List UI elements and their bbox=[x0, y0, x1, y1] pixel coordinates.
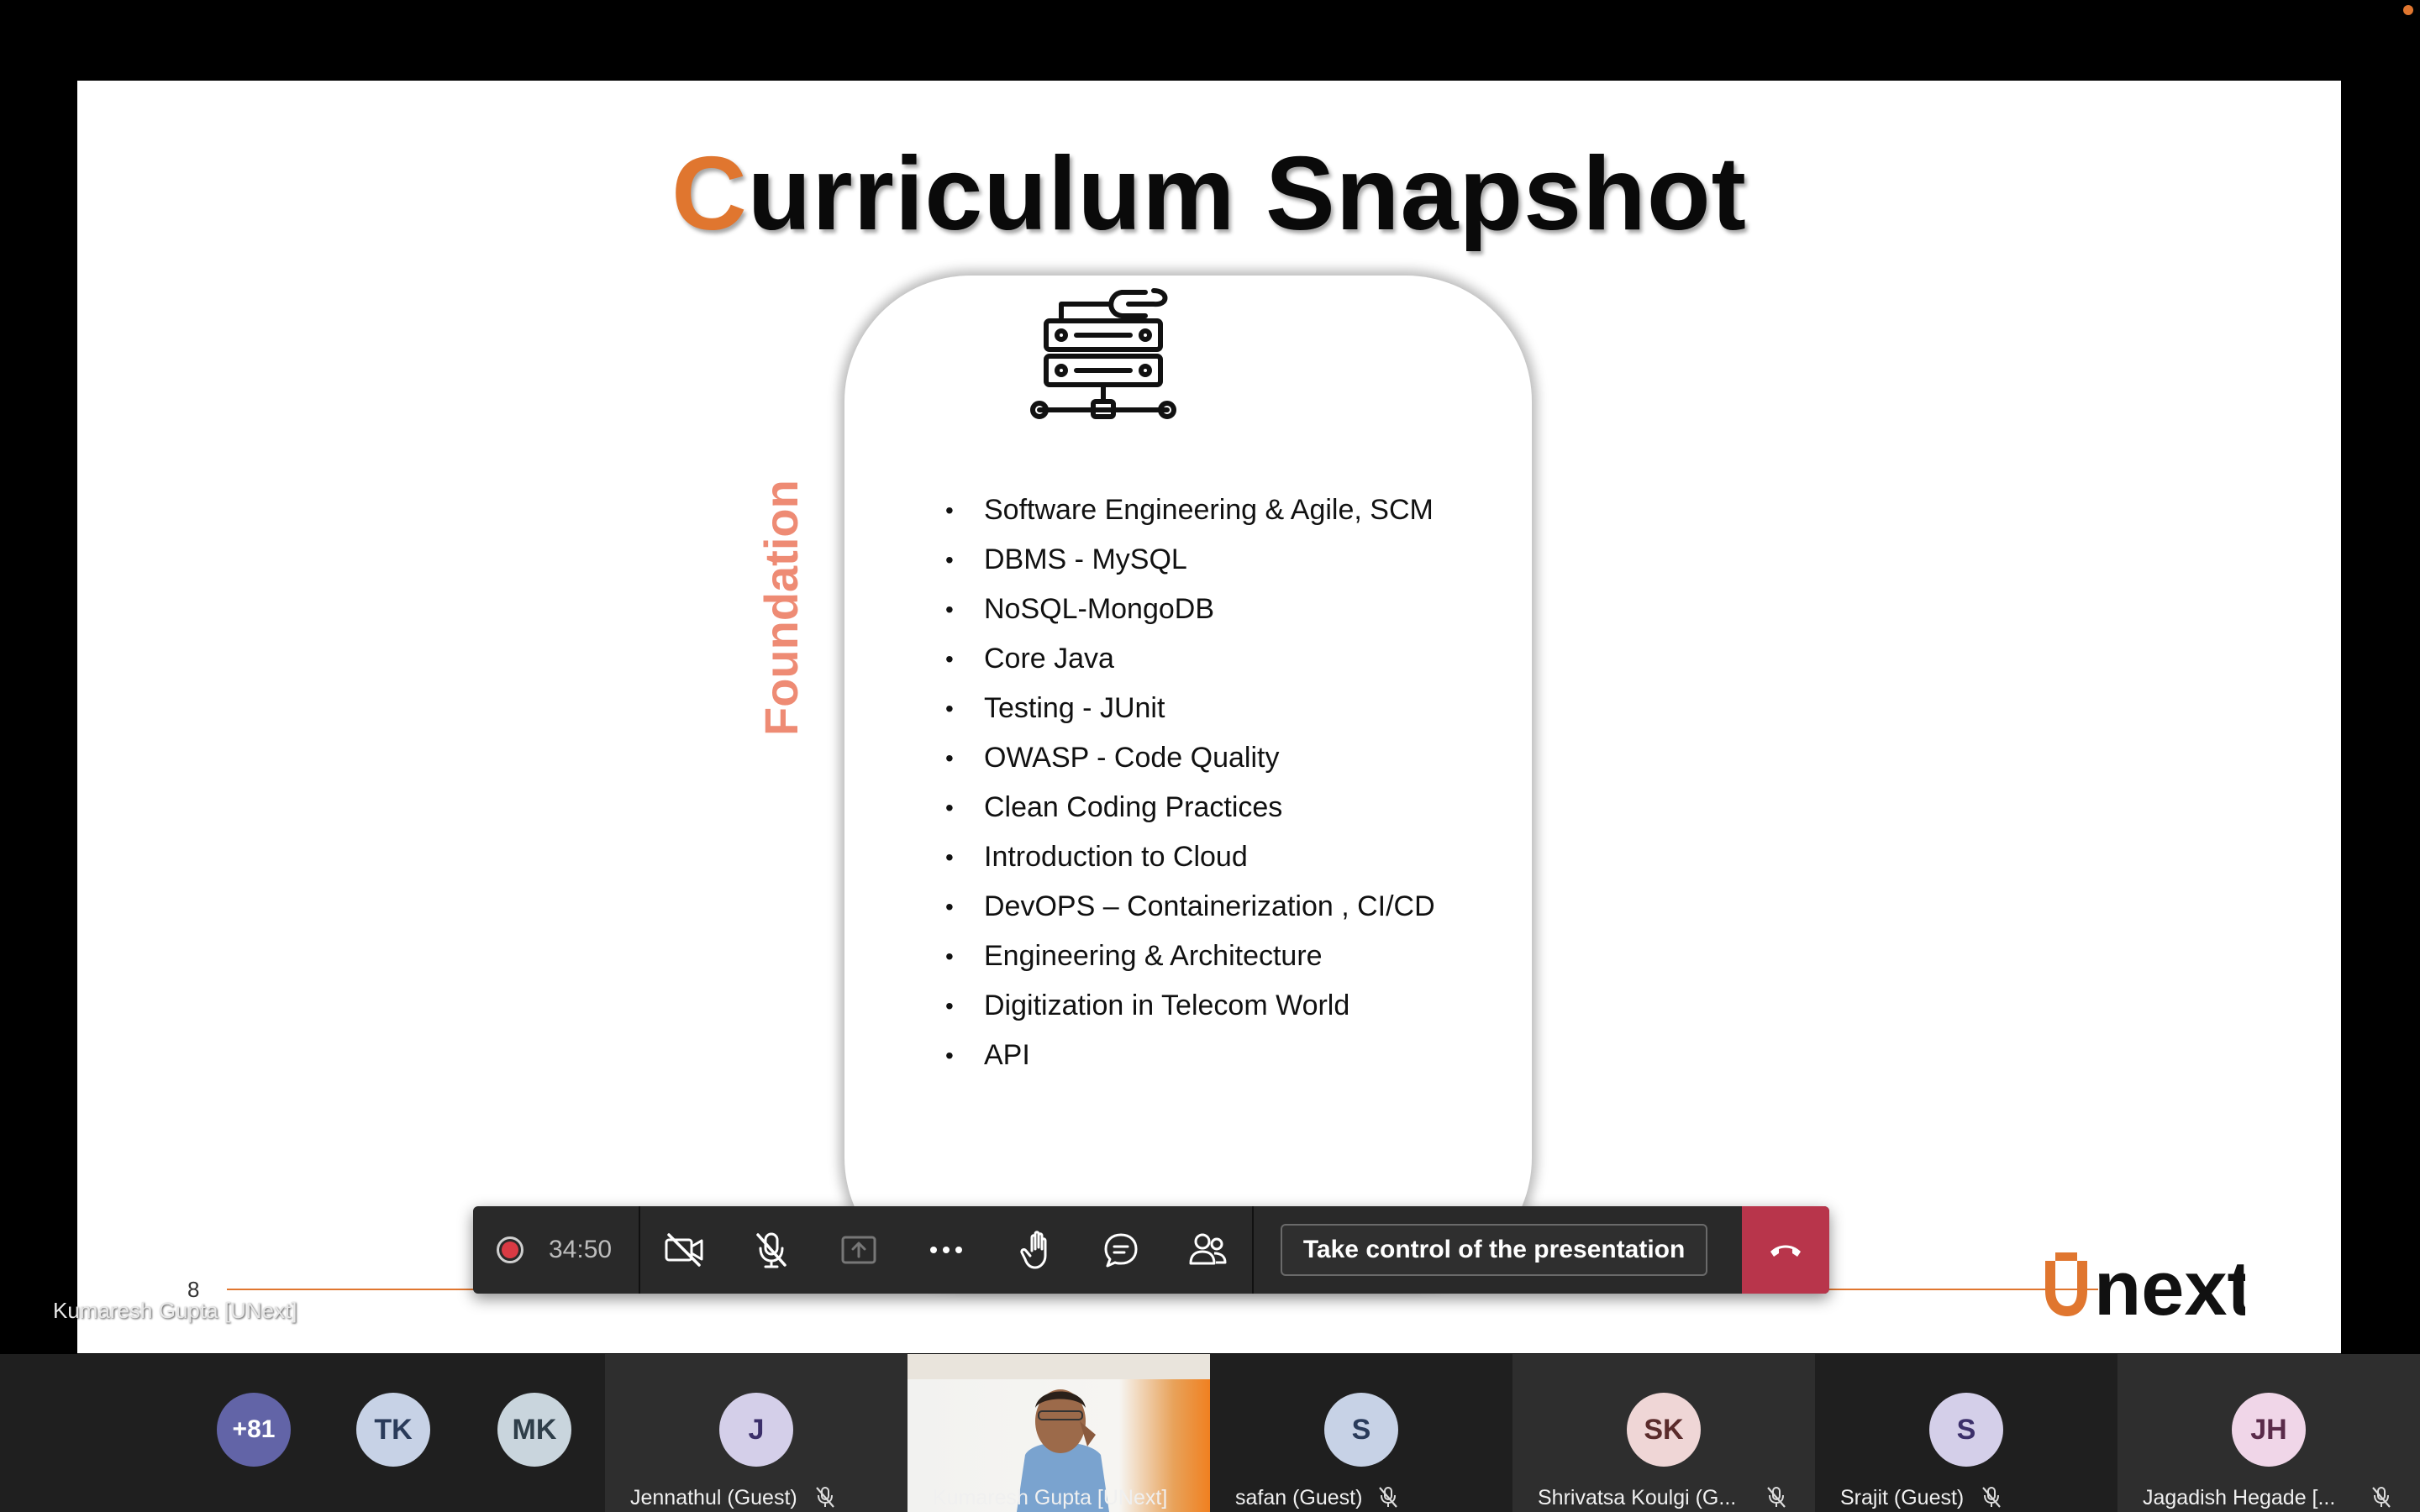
raise-hand-icon bbox=[1020, 1231, 1047, 1269]
mic-off-icon bbox=[1379, 1487, 1397, 1508]
list-item: Testing - JUnit bbox=[945, 684, 1435, 733]
more-icon bbox=[930, 1247, 963, 1253]
avatar[interactable]: TK bbox=[356, 1393, 430, 1467]
list-item: Introduction to Cloud bbox=[945, 832, 1435, 882]
presenter-video-tile[interactable]: Kumaresh Gupta [UNext] bbox=[908, 1354, 1210, 1512]
participant-name: Srajit (Guest) bbox=[1840, 1486, 1965, 1509]
title-accent-letter: C bbox=[671, 136, 748, 252]
camera-toggle-button[interactable] bbox=[640, 1206, 728, 1294]
media-controls bbox=[640, 1206, 990, 1294]
participant-name: Jagadish Hegade [... bbox=[2143, 1486, 2336, 1509]
mic-off-icon bbox=[816, 1487, 834, 1508]
chat-icon bbox=[1104, 1233, 1138, 1268]
meeting-toolbar: 34:50 Take control of the presentation bbox=[473, 1206, 1829, 1294]
participants-button[interactable] bbox=[1165, 1206, 1252, 1294]
participant-name: Shrivatsa Koulgi (G... bbox=[1538, 1486, 1737, 1509]
raise-hand-button[interactable] bbox=[990, 1206, 1077, 1294]
participant-tile[interactable]: S safan (Guest) bbox=[1210, 1354, 1512, 1512]
svg-text:next: next bbox=[2094, 1246, 2245, 1320]
more-actions-button[interactable] bbox=[902, 1206, 990, 1294]
avatar: S bbox=[1324, 1393, 1398, 1467]
list-item: OWASP - Code Quality bbox=[945, 733, 1435, 783]
take-control-button[interactable]: Take control of the presentation bbox=[1281, 1224, 1708, 1276]
participant-tile[interactable]: SK Shrivatsa Koulgi (G... bbox=[1512, 1354, 1815, 1512]
presenter-name-tag: Kumaresh Gupta [UNext] bbox=[53, 1298, 297, 1323]
list-item: Clean Coding Practices bbox=[945, 783, 1435, 832]
list-item: Software Engineering & Agile, SCM bbox=[945, 486, 1435, 535]
share-screen-button[interactable] bbox=[815, 1206, 902, 1294]
unext-logo: next bbox=[2045, 1246, 2245, 1320]
collab-controls bbox=[990, 1206, 1252, 1294]
curriculum-card: Software Engineering & Agile, SCM DBMS -… bbox=[844, 276, 1532, 1284]
mic-off-icon bbox=[1767, 1487, 1786, 1508]
server-wrench-icon bbox=[1030, 288, 1176, 419]
mic-off-icon bbox=[756, 1232, 786, 1268]
chat-button[interactable] bbox=[1077, 1206, 1165, 1294]
participant-name: Jennathul (Guest) bbox=[630, 1486, 797, 1509]
toolbar-divider bbox=[1252, 1206, 1255, 1294]
hang-up-icon bbox=[1770, 1245, 1801, 1257]
title-rest: urriculum Snapshot bbox=[747, 136, 1747, 252]
hang-up-button[interactable] bbox=[1742, 1206, 1829, 1294]
recording-section: 34:50 bbox=[473, 1206, 639, 1294]
list-item: DBMS - MySQL bbox=[945, 535, 1435, 585]
avatar: SK bbox=[1627, 1393, 1701, 1467]
call-timer: 34:50 bbox=[549, 1236, 613, 1263]
list-item: Core Java bbox=[945, 634, 1435, 684]
slide-title: Curriculum Snapshot bbox=[77, 134, 2341, 254]
course-list: Software Engineering & Agile, SCM DBMS -… bbox=[945, 486, 1435, 1080]
mic-off-icon bbox=[1982, 1487, 2001, 1508]
list-item: Engineering & Architecture bbox=[945, 932, 1435, 981]
mic-off-icon bbox=[2372, 1487, 2391, 1508]
list-item: Digitization in Telecom World bbox=[945, 981, 1435, 1031]
status-dot bbox=[2403, 5, 2413, 15]
meeting-window: { "slide": { "title_first_letter": "C", … bbox=[0, 0, 2420, 1512]
participant-tile[interactable]: J Jennathul (Guest) bbox=[605, 1354, 908, 1512]
share-screen-icon bbox=[841, 1236, 876, 1264]
avatar: JH bbox=[2232, 1393, 2306, 1467]
avatar: J bbox=[719, 1393, 793, 1467]
participants-icon bbox=[1189, 1233, 1227, 1265]
participant-name: safan (Guest) bbox=[1235, 1486, 1363, 1509]
avatar[interactable]: MK bbox=[497, 1393, 571, 1467]
mic-toggle-button[interactable] bbox=[728, 1206, 815, 1294]
participant-name: Kumaresh Gupta [UNext] bbox=[933, 1486, 1168, 1509]
participant-tile[interactable]: S Srajit (Guest) bbox=[1815, 1354, 2118, 1512]
overflow-participants-button[interactable]: +81 bbox=[217, 1393, 291, 1467]
list-item: API bbox=[945, 1031, 1435, 1080]
shared-slide: Curriculum Snapshot Foundation S bbox=[77, 81, 2341, 1353]
foundation-label: Foundation bbox=[755, 480, 808, 736]
participant-strip: +81 TK MK J Jennathul (Guest) Kumaresh G… bbox=[0, 1354, 2420, 1512]
list-item: NoSQL-MongoDB bbox=[945, 585, 1435, 634]
avatar: S bbox=[1929, 1393, 2003, 1467]
list-item: DevOPS – Containerization , CI/CD bbox=[945, 882, 1435, 932]
participant-tile[interactable]: JH Jagadish Hegade [... bbox=[2118, 1354, 2420, 1512]
camera-off-icon bbox=[665, 1233, 703, 1267]
recording-icon bbox=[497, 1236, 523, 1263]
